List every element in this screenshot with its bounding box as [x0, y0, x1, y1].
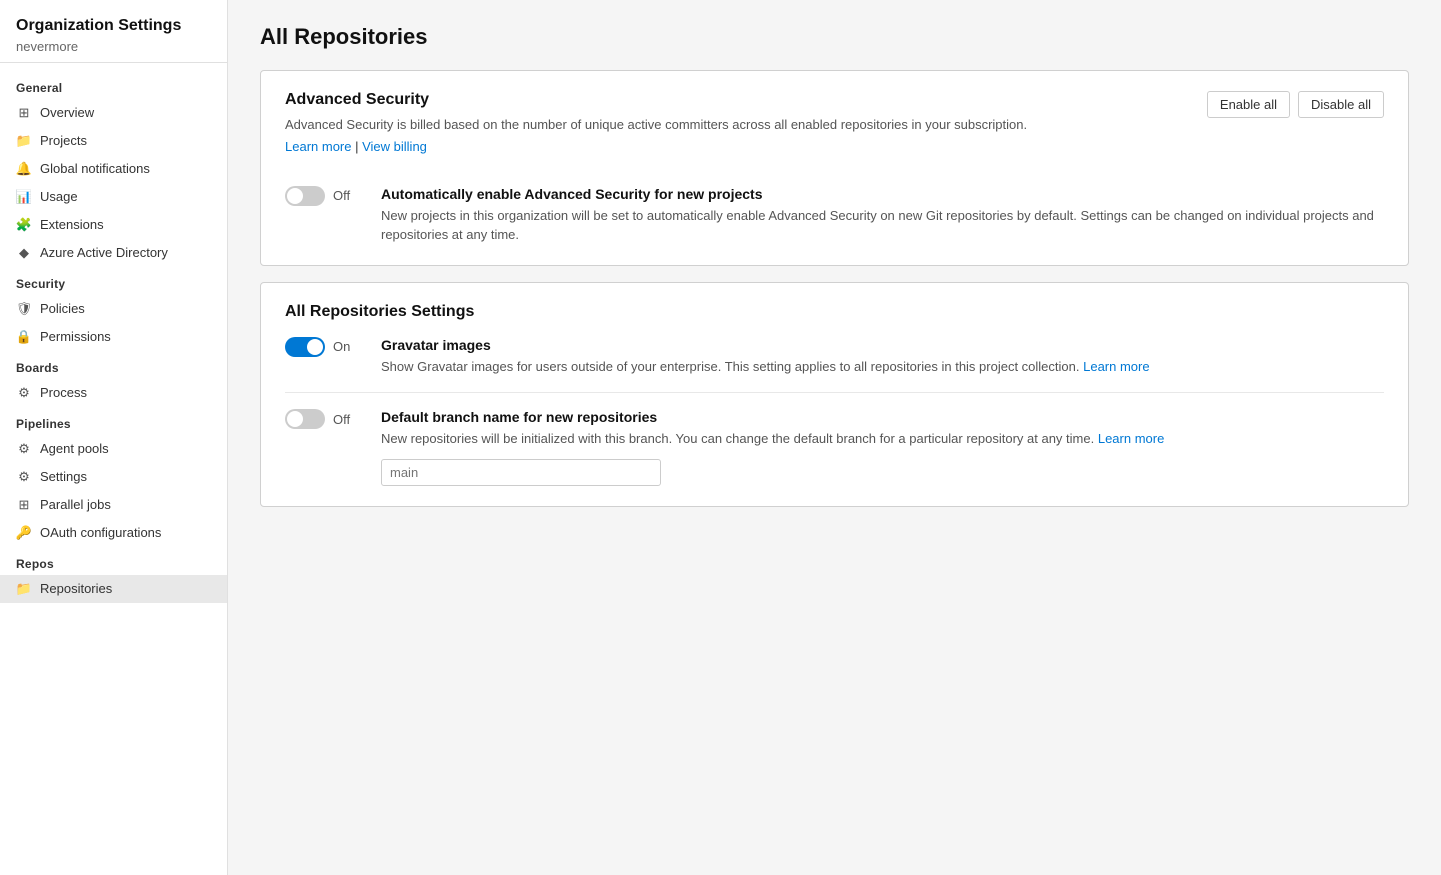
all-repos-settings-title: All Repositories Settings	[285, 303, 1384, 321]
sidebar-item-label: Settings	[40, 469, 87, 484]
gravatar-toggle-slider	[285, 337, 325, 357]
sidebar-item-label: Projects	[40, 133, 87, 148]
sidebar-item-repositories[interactable]: 📁 Repositories	[0, 575, 227, 603]
default-branch-setting-title: Default branch name for new repositories	[381, 409, 1164, 425]
gravatar-setting-content: Gravatar images Show Gravatar images for…	[381, 337, 1150, 377]
nav-section-boards: Boards	[0, 351, 227, 379]
default-branch-toggle-label-group: Off	[285, 409, 365, 429]
default-branch-state-label: Off	[333, 412, 350, 427]
toggle-label-group: Off	[285, 186, 365, 206]
gravatar-state-label: On	[333, 339, 350, 354]
sidebar-item-extensions[interactable]: 🧩 Extensions	[0, 211, 227, 239]
toggle-slider	[285, 186, 325, 206]
sidebar-item-label: Extensions	[40, 217, 104, 232]
main-content: All Repositories Advanced Security Advan…	[228, 0, 1441, 875]
grid-icon: ⊞	[16, 105, 32, 121]
sidebar: Organization Settings nevermore General …	[0, 0, 228, 875]
default-branch-input[interactable]	[381, 459, 661, 486]
shield-icon: 🛡	[16, 301, 32, 317]
default-branch-toggle[interactable]	[285, 409, 325, 429]
gravatar-desc-text: Show Gravatar images for users outside o…	[381, 359, 1083, 374]
gravatar-learn-more-link[interactable]: Learn more	[1083, 359, 1149, 374]
gravatar-toggle-row: On Gravatar images Show Gravatar images …	[285, 337, 1384, 377]
advanced-security-description: Advanced Security is billed based on the…	[285, 115, 1027, 135]
diamond-icon: ◆	[16, 245, 32, 261]
advanced-security-setting-title: Automatically enable Advanced Security f…	[381, 186, 1384, 202]
gravatar-toggle-label-group: On	[285, 337, 365, 357]
advanced-security-toggle[interactable]	[285, 186, 325, 206]
sidebar-org-title: Organization Settings	[16, 16, 211, 37]
disable-all-button[interactable]: Disable all	[1298, 91, 1384, 118]
advanced-security-actions: Enable all Disable all	[1207, 91, 1384, 118]
sidebar-item-label: Parallel jobs	[40, 497, 111, 512]
puzzle-icon: 🧩	[16, 217, 32, 233]
chart-icon: 📊	[16, 189, 32, 205]
repo-icon: 📁	[16, 581, 32, 597]
page-title: All Repositories	[260, 24, 1409, 50]
advanced-security-links: Learn more | View billing	[285, 139, 1027, 154]
sidebar-item-agent-pools[interactable]: ⚙ Agent pools	[0, 435, 227, 463]
sidebar-item-usage[interactable]: 📊 Usage	[0, 183, 227, 211]
gravatar-setting-title: Gravatar images	[381, 337, 1150, 353]
enable-all-button[interactable]: Enable all	[1207, 91, 1290, 118]
default-branch-setting-content: Default branch name for new repositories…	[381, 409, 1164, 486]
sidebar-item-label: Overview	[40, 105, 94, 120]
sidebar-item-azure-active-directory[interactable]: ◆ Azure Active Directory	[0, 239, 227, 267]
sidebar-item-oauth-configurations[interactable]: 🔑 OAuth configurations	[0, 519, 227, 547]
sidebar-item-overview[interactable]: ⊞ Overview	[0, 99, 227, 127]
settings-divider	[285, 392, 1384, 393]
advanced-security-setting-desc: New projects in this organization will b…	[381, 206, 1384, 245]
key-icon: 🔑	[16, 525, 32, 541]
sidebar-item-label: Repositories	[40, 581, 112, 596]
default-branch-setting-desc: New repositories will be initialized wit…	[381, 429, 1164, 449]
lock-icon: 🔒	[16, 329, 32, 345]
sidebar-item-label: Permissions	[40, 329, 111, 344]
sidebar-item-permissions[interactable]: 🔒 Permissions	[0, 323, 227, 351]
nav-section-security: Security	[0, 267, 227, 295]
default-branch-toggle-row: Off Default branch name for new reposito…	[285, 409, 1384, 486]
folder-icon: 📁	[16, 133, 32, 149]
sidebar-item-label: OAuth configurations	[40, 525, 161, 540]
nav-section-repos: Repos	[0, 547, 227, 575]
bell-icon: 🔔	[16, 161, 32, 177]
advanced-security-setting-content: Automatically enable Advanced Security f…	[381, 186, 1384, 245]
advanced-security-title: Advanced Security	[285, 91, 1027, 109]
gear-icon: ⚙	[16, 469, 32, 485]
sidebar-item-label: Policies	[40, 301, 85, 316]
default-branch-learn-more-link[interactable]: Learn more	[1098, 431, 1164, 446]
nav-section-pipelines: Pipelines	[0, 407, 227, 435]
all-repos-settings-card: All Repositories Settings On Gravatar im…	[260, 282, 1409, 507]
nav-section-general: General	[0, 71, 227, 99]
sidebar-item-policies[interactable]: 🛡 Policies	[0, 295, 227, 323]
advanced-security-card: Advanced Security Advanced Security is b…	[260, 70, 1409, 266]
sidebar-item-projects[interactable]: 📁 Projects	[0, 127, 227, 155]
advanced-security-toggle-row: Off Automatically enable Advanced Securi…	[285, 186, 1384, 245]
sidebar-item-label: Agent pools	[40, 441, 109, 456]
gravatar-toggle[interactable]	[285, 337, 325, 357]
sidebar-item-label: Usage	[40, 189, 78, 204]
learn-more-link[interactable]: Learn more	[285, 139, 351, 154]
gravatar-setting-desc: Show Gravatar images for users outside o…	[381, 357, 1150, 377]
sidebar-org-subtitle: nevermore	[16, 39, 211, 54]
sidebar-header: Organization Settings nevermore	[0, 0, 227, 63]
toggle-state-label: Off	[333, 188, 350, 203]
default-branch-toggle-slider	[285, 409, 325, 429]
sidebar-item-label: Global notifications	[40, 161, 150, 176]
sidebar-item-parallel-jobs[interactable]: ⊞ Parallel jobs	[0, 491, 227, 519]
sidebar-item-label: Azure Active Directory	[40, 245, 168, 260]
advanced-security-header-left: Advanced Security Advanced Security is b…	[285, 91, 1027, 170]
sidebar-item-settings[interactable]: ⚙ Settings	[0, 463, 227, 491]
process-icon: ⚙	[16, 385, 32, 401]
agent-icon: ⚙	[16, 441, 32, 457]
sidebar-nav: General ⊞ Overview 📁 Projects 🔔 Global n…	[0, 63, 227, 611]
view-billing-link[interactable]: View billing	[362, 139, 427, 154]
parallel-icon: ⊞	[16, 497, 32, 513]
sidebar-item-process[interactable]: ⚙ Process	[0, 379, 227, 407]
default-branch-desc-text: New repositories will be initialized wit…	[381, 431, 1094, 446]
sidebar-item-global-notifications[interactable]: 🔔 Global notifications	[0, 155, 227, 183]
sidebar-item-label: Process	[40, 385, 87, 400]
